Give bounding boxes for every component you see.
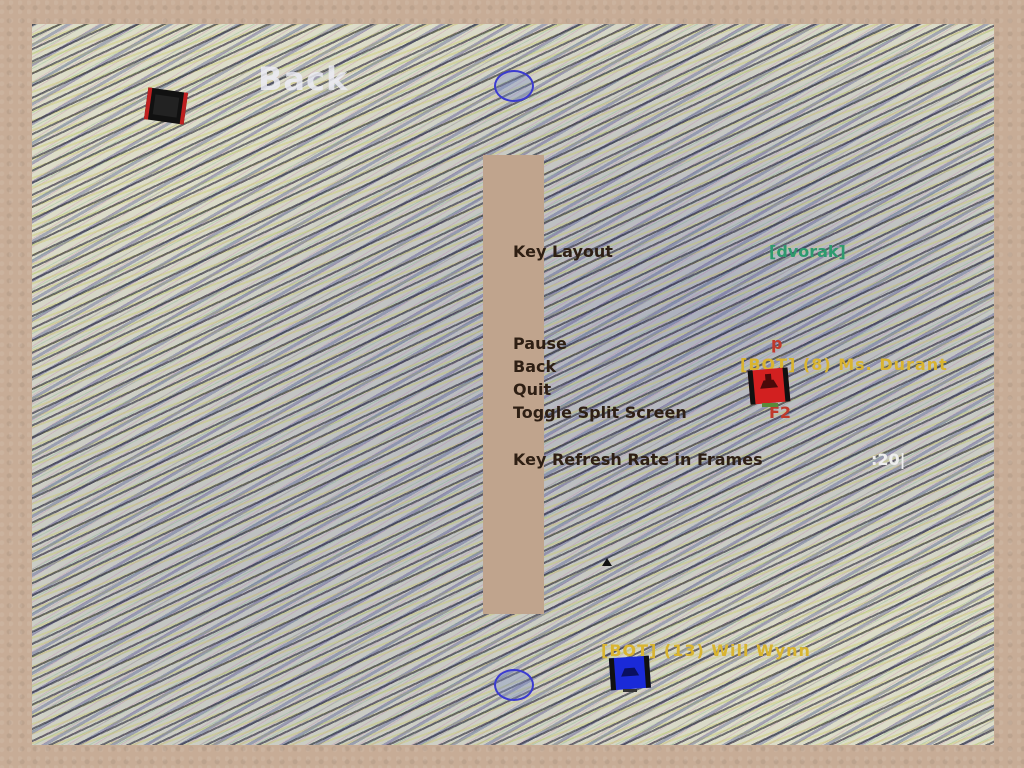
pause-key[interactable]: p [771, 334, 782, 353]
back-menu-title[interactable]: Back [258, 60, 348, 98]
pause-label: Pause [513, 334, 567, 353]
key-refresh-rate-value[interactable]: :20| [871, 450, 906, 469]
key-layout-label: Key Layout [513, 242, 613, 261]
red-bot-tank [747, 367, 791, 407]
back-label: Back [513, 357, 557, 376]
blue-bot-tank [608, 655, 651, 692]
mouse-cursor-icon [602, 558, 612, 566]
key-layout-value[interactable]: [dvorak] [769, 242, 846, 261]
top-portal [494, 70, 534, 102]
toggle-split-screen-label: Toggle Split Screen [513, 403, 687, 422]
quit-label: Quit [513, 380, 552, 399]
black-tank [143, 87, 189, 125]
bottom-portal [494, 669, 534, 701]
key-refresh-rate-label: Key Refresh Rate in Frames [513, 450, 763, 469]
